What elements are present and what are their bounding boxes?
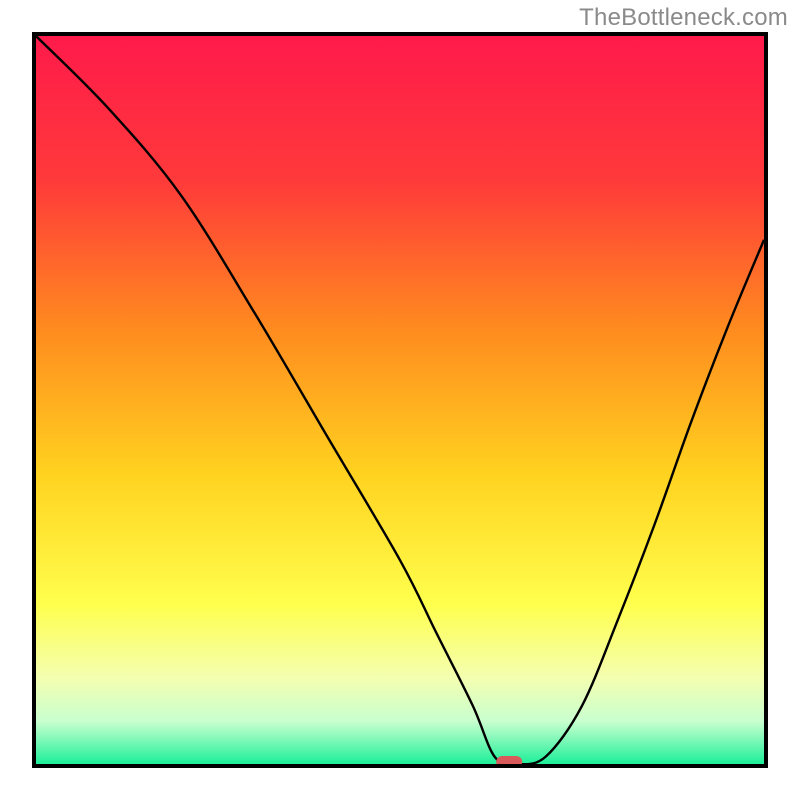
watermark-text: TheBottleneck.com: [579, 4, 788, 32]
chart-container: TheBottleneck.com: [0, 0, 800, 800]
plot-area: [32, 32, 768, 768]
chart-svg: [32, 32, 768, 768]
gradient-background: [35, 35, 765, 765]
